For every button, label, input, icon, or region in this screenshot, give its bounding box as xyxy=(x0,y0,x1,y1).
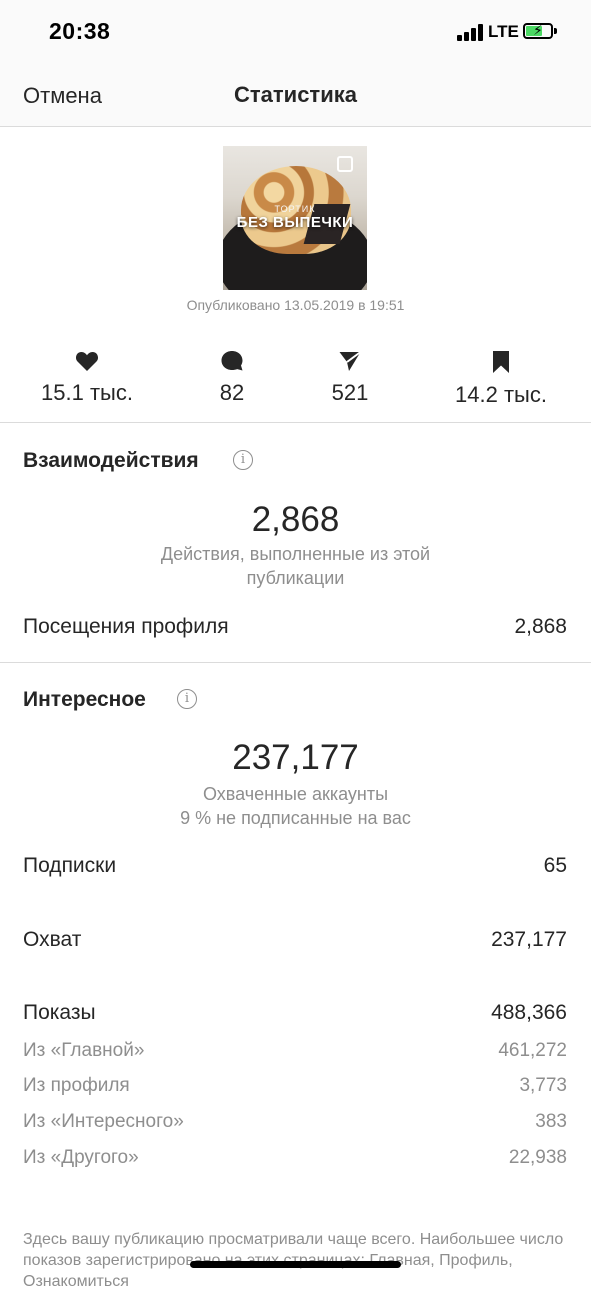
status-time: 20:38 xyxy=(49,18,111,44)
impressions-source-label: Из профиля xyxy=(23,1075,130,1096)
profile-visits-value: 2,868 xyxy=(514,615,567,638)
interactions-caption: Действия, выполненные из этой публикации xyxy=(160,544,431,588)
divider xyxy=(0,422,591,423)
reach-caption: Охваченные аккаунты xyxy=(202,784,389,804)
impressions-label: Показы xyxy=(23,1001,96,1024)
thumbnail-caption-big: БЕЗ ВЫПЕЧКИ xyxy=(236,214,354,231)
reach-total: 237,177 xyxy=(232,738,359,777)
follows-label: Подписки xyxy=(23,854,117,877)
likes-count: 15.1 тыс. xyxy=(41,380,133,405)
interactions-total: 2,868 xyxy=(251,500,340,539)
battery-tip xyxy=(554,28,557,34)
cellular-signal-icon xyxy=(457,24,483,41)
impressions-source-value: 461,272 xyxy=(498,1040,567,1061)
discovery-title: Интересное xyxy=(23,688,146,711)
divider xyxy=(0,662,591,663)
info-icon[interactable]: i xyxy=(177,689,197,709)
navigation-bar: Отмена Статистика xyxy=(0,64,591,127)
network-type: LTE xyxy=(488,22,519,41)
info-icon[interactable]: i xyxy=(233,450,253,470)
reach-value: 237,177 xyxy=(491,928,567,951)
comment-icon xyxy=(221,351,243,371)
impressions-source-value: 383 xyxy=(535,1111,567,1132)
profile-visits-label: Посещения профиля xyxy=(23,615,229,638)
share-icon xyxy=(339,351,362,371)
heart-icon xyxy=(75,352,99,371)
impressions-source-label: Из «Интересного» xyxy=(23,1111,184,1132)
home-indicator[interactable] xyxy=(190,1261,401,1268)
bookmark-icon xyxy=(493,351,509,373)
shares-metric: 521 xyxy=(275,350,425,406)
impressions-source-value: 3,773 xyxy=(519,1075,567,1096)
thumbnail-caption-small: ТОРТИК xyxy=(274,204,316,214)
impressions-source-label: Из «Другого» xyxy=(23,1147,139,1168)
saves-metric: 14.2 тыс. xyxy=(426,350,576,408)
status-bar: 20:38 LTE ⚡ xyxy=(0,0,591,64)
likes-metric: 15.1 тыс. xyxy=(12,350,162,406)
post-thumbnail[interactable]: ТОРТИК БЕЗ ВЫПЕЧКИ xyxy=(223,146,367,290)
published-date: Опубликовано 13.05.2019 в 19:51 xyxy=(186,297,405,313)
battery-icon: ⚡ xyxy=(523,22,553,39)
impressions-value: 488,366 xyxy=(491,1001,567,1024)
impressions-source-value: 22,938 xyxy=(508,1147,567,1168)
reach-label: Охват xyxy=(23,928,82,951)
interactions-title: Взаимодействия xyxy=(23,449,199,472)
page-title: Статистика xyxy=(234,82,357,107)
follows-value: 65 xyxy=(543,854,567,877)
saves-count: 14.2 тыс. xyxy=(455,382,547,407)
impressions-source-label: Из «Главной» xyxy=(23,1040,145,1061)
non-followers-caption: 9 % не подписанные на вас xyxy=(180,808,411,828)
multiple-posts-icon xyxy=(337,156,353,172)
shares-count: 521 xyxy=(331,380,369,405)
